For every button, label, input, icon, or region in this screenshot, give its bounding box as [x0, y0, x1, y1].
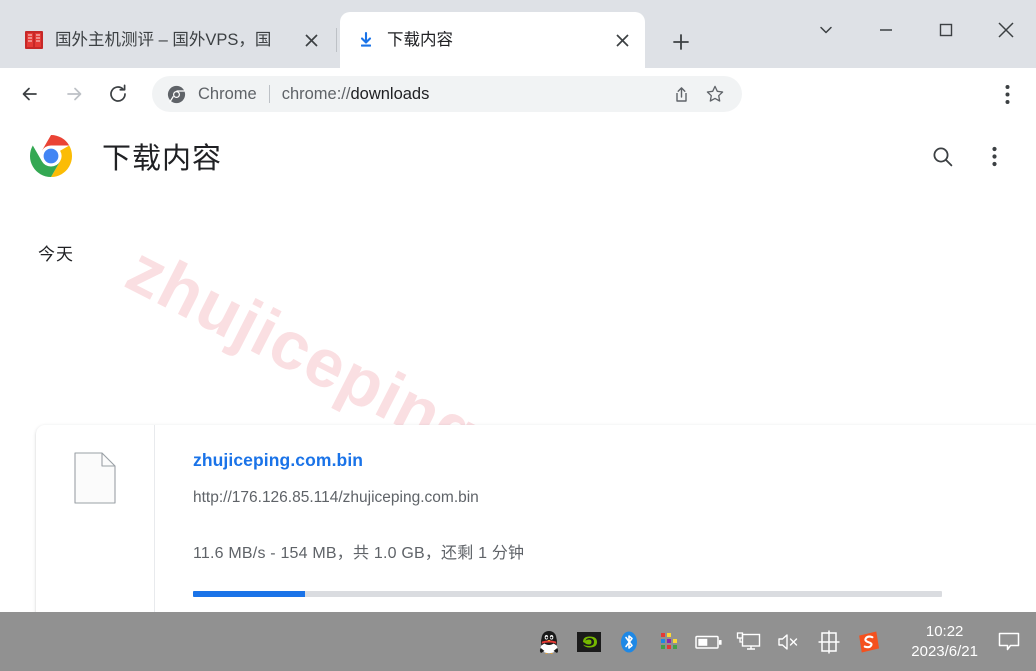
page-title: 下载内容	[102, 143, 223, 175]
new-tab-button[interactable]	[658, 24, 704, 60]
tab-search-button[interactable]	[796, 0, 856, 60]
chrome-logo	[28, 133, 74, 179]
tab-separator	[336, 28, 337, 52]
tab-close-button[interactable]	[298, 27, 324, 53]
battery-icon[interactable]	[694, 627, 724, 657]
reload-icon	[110, 84, 126, 102]
downloads-page: zhujiceping.com 下载内容 今天 zhujiceping.com.…	[0, 120, 1036, 612]
tab-title: 下载内容	[387, 31, 453, 49]
notification-icon[interactable]	[992, 625, 1026, 659]
bluetooth-icon[interactable]	[614, 627, 644, 657]
forward-button[interactable]	[54, 74, 94, 114]
taskbar-clock[interactable]: 10:22 2023/6/21	[911, 622, 978, 662]
address-bar[interactable]: Chrome chrome://downloads	[152, 76, 742, 112]
share-icon[interactable]	[666, 79, 696, 109]
tab-strip: 国外主机测评 – 国外VPS，国 下载内容	[0, 0, 1036, 68]
section-header-today: 今天	[38, 245, 74, 264]
app-grid-icon[interactable]	[654, 627, 684, 657]
browser-toolbar: Chrome chrome://downloads	[0, 68, 1036, 120]
download-progress-fill	[193, 591, 306, 597]
speaker-muted-icon[interactable]	[774, 627, 804, 657]
omnibox-url-text: chrome://downloads	[282, 85, 662, 104]
taskbar-date: 2023/6/21	[911, 642, 978, 660]
back-button[interactable]	[10, 74, 50, 114]
download-status-text: 11.6 MB/s - 154 MB，共 1.0 GB，还剩 1 分钟	[193, 545, 525, 562]
arrow-right-icon	[67, 87, 82, 101]
download-item-details: zhujiceping.com.bin http://176.126.85.11…	[155, 425, 1036, 612]
omnibox-url-suffix: downloads	[350, 84, 430, 103]
taskbar-time: 10:22	[925, 622, 964, 640]
downloads-page-header: 下载内容	[0, 120, 1036, 192]
windows-taskbar: 10:22 2023/6/21	[0, 612, 1036, 671]
search-icon[interactable]	[920, 134, 964, 178]
tab-close-button[interactable]	[609, 27, 635, 53]
download-source-url: http://176.126.85.114/zhujiceping.com.bi…	[193, 489, 479, 506]
three-dot-menu-icon[interactable]	[988, 75, 1026, 113]
display-network-icon[interactable]	[734, 627, 764, 657]
ime-chinese-icon[interactable]	[814, 627, 844, 657]
download-arrow-icon	[356, 31, 375, 50]
sogou-input-icon[interactable]	[854, 627, 884, 657]
minimize-button[interactable]	[856, 0, 916, 60]
star-icon[interactable]	[700, 79, 730, 109]
download-progress-bar	[193, 591, 942, 597]
tab-downloads[interactable]: 下载内容	[340, 12, 645, 68]
tab-title: 国外主机测评 – 国外VPS，国	[55, 31, 272, 49]
browser-window: 国外主机测评 – 国外VPS，国 下载内容 Chrome chrome://do…	[0, 0, 1036, 612]
downloads-page-actions	[912, 134, 1016, 178]
download-file-icon-column	[36, 425, 155, 612]
qq-icon[interactable]	[534, 627, 564, 657]
generic-file-icon	[74, 452, 116, 509]
reload-button[interactable]	[98, 74, 138, 114]
omnibox-divider	[268, 85, 270, 103]
maximize-button[interactable]	[916, 0, 976, 60]
close-button[interactable]	[976, 0, 1036, 60]
three-dot-menu-icon[interactable]	[972, 134, 1016, 178]
chrome-icon	[166, 84, 186, 104]
download-item-card[interactable]: zhujiceping.com.bin http://176.126.85.11…	[36, 425, 1036, 612]
nvidia-icon[interactable]	[574, 627, 604, 657]
omnibox-scheme-label: Chrome	[198, 84, 257, 103]
tab-site-review[interactable]: 国外主机测评 – 国外VPS，国	[8, 12, 334, 68]
site-favicon-red-seal	[24, 31, 43, 50]
window-controls	[796, 0, 1036, 60]
omnibox-url-prefix: chrome://	[281, 84, 351, 103]
arrow-left-icon	[22, 87, 37, 101]
download-file-name-link[interactable]: zhujiceping.com.bin	[193, 450, 363, 470]
